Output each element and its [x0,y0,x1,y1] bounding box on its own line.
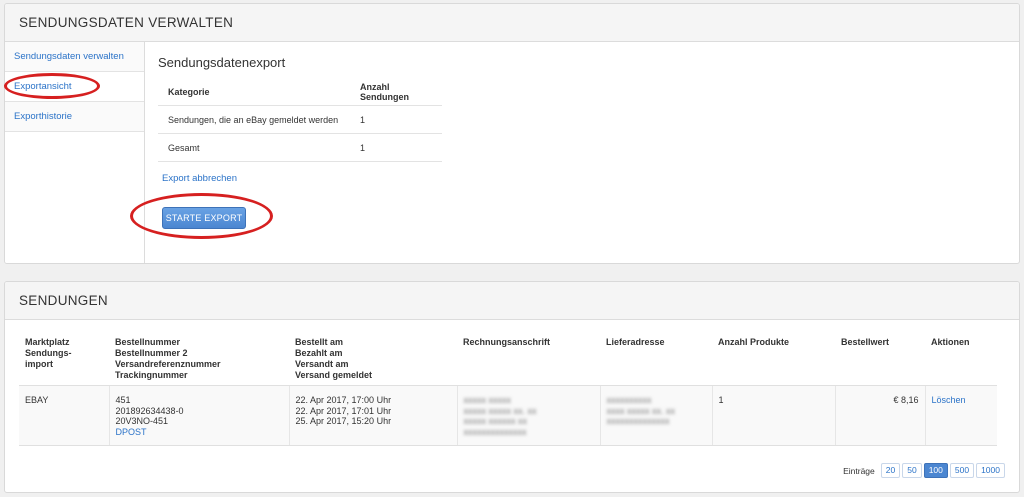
column-header-anzahl-produkte: Anzahl Produkte [712,320,835,386]
column-header-bestellwert: Bestellwert [835,320,925,386]
tracking-link[interactable]: DPOST [116,427,283,438]
column-header-aktionen: Aktionen [925,320,997,386]
column-header-bestellnummer: Bestellnummer Bestellnummer 2 Versandref… [109,320,289,386]
sidebar-item-exporthistorie[interactable]: Exporthistorie [5,102,144,132]
billing-address-cell: xxxxx xxxxx xxxxx xxxxx xx. xx xxxxx xxx… [456,385,600,446]
page-size-20[interactable]: 20 [880,463,901,478]
marktplatz-cell: EBAY [19,385,109,446]
shipped-date: 25. Apr 2017, 15:20 Uhr [295,416,392,426]
shipment-data-panel: SENDUNGSDATEN VERWALTEN Sendungsdaten ve… [4,3,1020,264]
table-row: Gesamt 1 [158,133,442,162]
page-size-50[interactable]: 50 [902,463,922,478]
page-size-1000[interactable]: 1000 [976,463,1005,478]
sidebar: Sendungsdaten verwalten Exportansicht Ex… [5,42,145,263]
shipping-reference: 20V3NO-451 [115,416,169,426]
category-cell: Sendungen, die an eBay gemeldet werden [158,105,350,134]
page-size-500[interactable]: 500 [949,463,975,478]
column-header-marktplatz: Marktplatz Sendungs- import [19,320,109,386]
category-table: Kategorie Anzahl Sendungen Sendungen, di… [158,78,442,162]
order-number-cell: 451 201892634438-0 20V3NO-451 DPOST [108,385,289,446]
column-header-kategorie: Kategorie [158,78,350,106]
order-number: 451 [115,395,131,405]
delete-link[interactable]: Löschen [932,395,966,405]
cancel-export-link[interactable]: Export abbrechen [162,173,237,184]
dates-cell: 22. Apr 2017, 17:00 Uhr 22. Apr 2017, 17… [288,385,457,446]
column-header-anzahl: Anzahl Sendungen [350,78,442,106]
product-count-cell: 1 [711,385,835,446]
column-header-rechnungsanschrift: Rechnungsanschrift [457,320,600,386]
column-header-lieferadresse: Lieferadresse [600,320,712,386]
section-title: Sendungsdatenexport [158,55,286,70]
delivery-address-cell: xxxxxxxxxx xxxx xxxxx xx. xx xxxxxxxxxxx… [599,385,712,446]
order-value-cell: € 8,16 [834,385,925,446]
order-number-2: 201892634438-0 [115,405,184,416]
start-export-button[interactable]: STARTE EXPORT [162,207,246,229]
ordered-date: 22. Apr 2017, 17:00 Uhr [295,395,392,405]
shipments-table: Marktplatz Sendungs- import Bestellnumme… [19,320,997,446]
sidebar-item-exportansicht[interactable]: Exportansicht [5,72,144,102]
count-cell: 1 [350,105,442,134]
count-cell: 1 [350,133,442,162]
entries-label: Einträge [843,465,875,476]
actions-cell: Löschen [924,385,997,446]
export-content: Sendungsdatenexport Kategorie Anzahl Sen… [158,42,1019,263]
panel-title: SENDUNGSDATEN VERWALTEN [5,4,1019,42]
table-row: Sendungen, die an eBay gemeldet werden 1 [158,105,442,134]
category-cell: Gesamt [158,133,350,162]
page-size-100[interactable]: 100 [923,463,948,478]
table-row: EBAY 451 201892634438-0 20V3NO-451 DPOST… [19,385,997,446]
panel-title: SENDUNGEN [5,282,1019,320]
pagination: Einträge 20 50 100 500 1000 [843,463,1005,478]
shipments-panel: SENDUNGEN Marktplatz Sendungs- import Be… [4,281,1020,493]
column-header-daten: Bestellt am Bezahlt am Versandt am Versa… [289,320,457,386]
paid-date: 22. Apr 2017, 17:01 Uhr [295,405,392,416]
sidebar-item-sendungsdaten[interactable]: Sendungsdaten verwalten [5,42,144,72]
